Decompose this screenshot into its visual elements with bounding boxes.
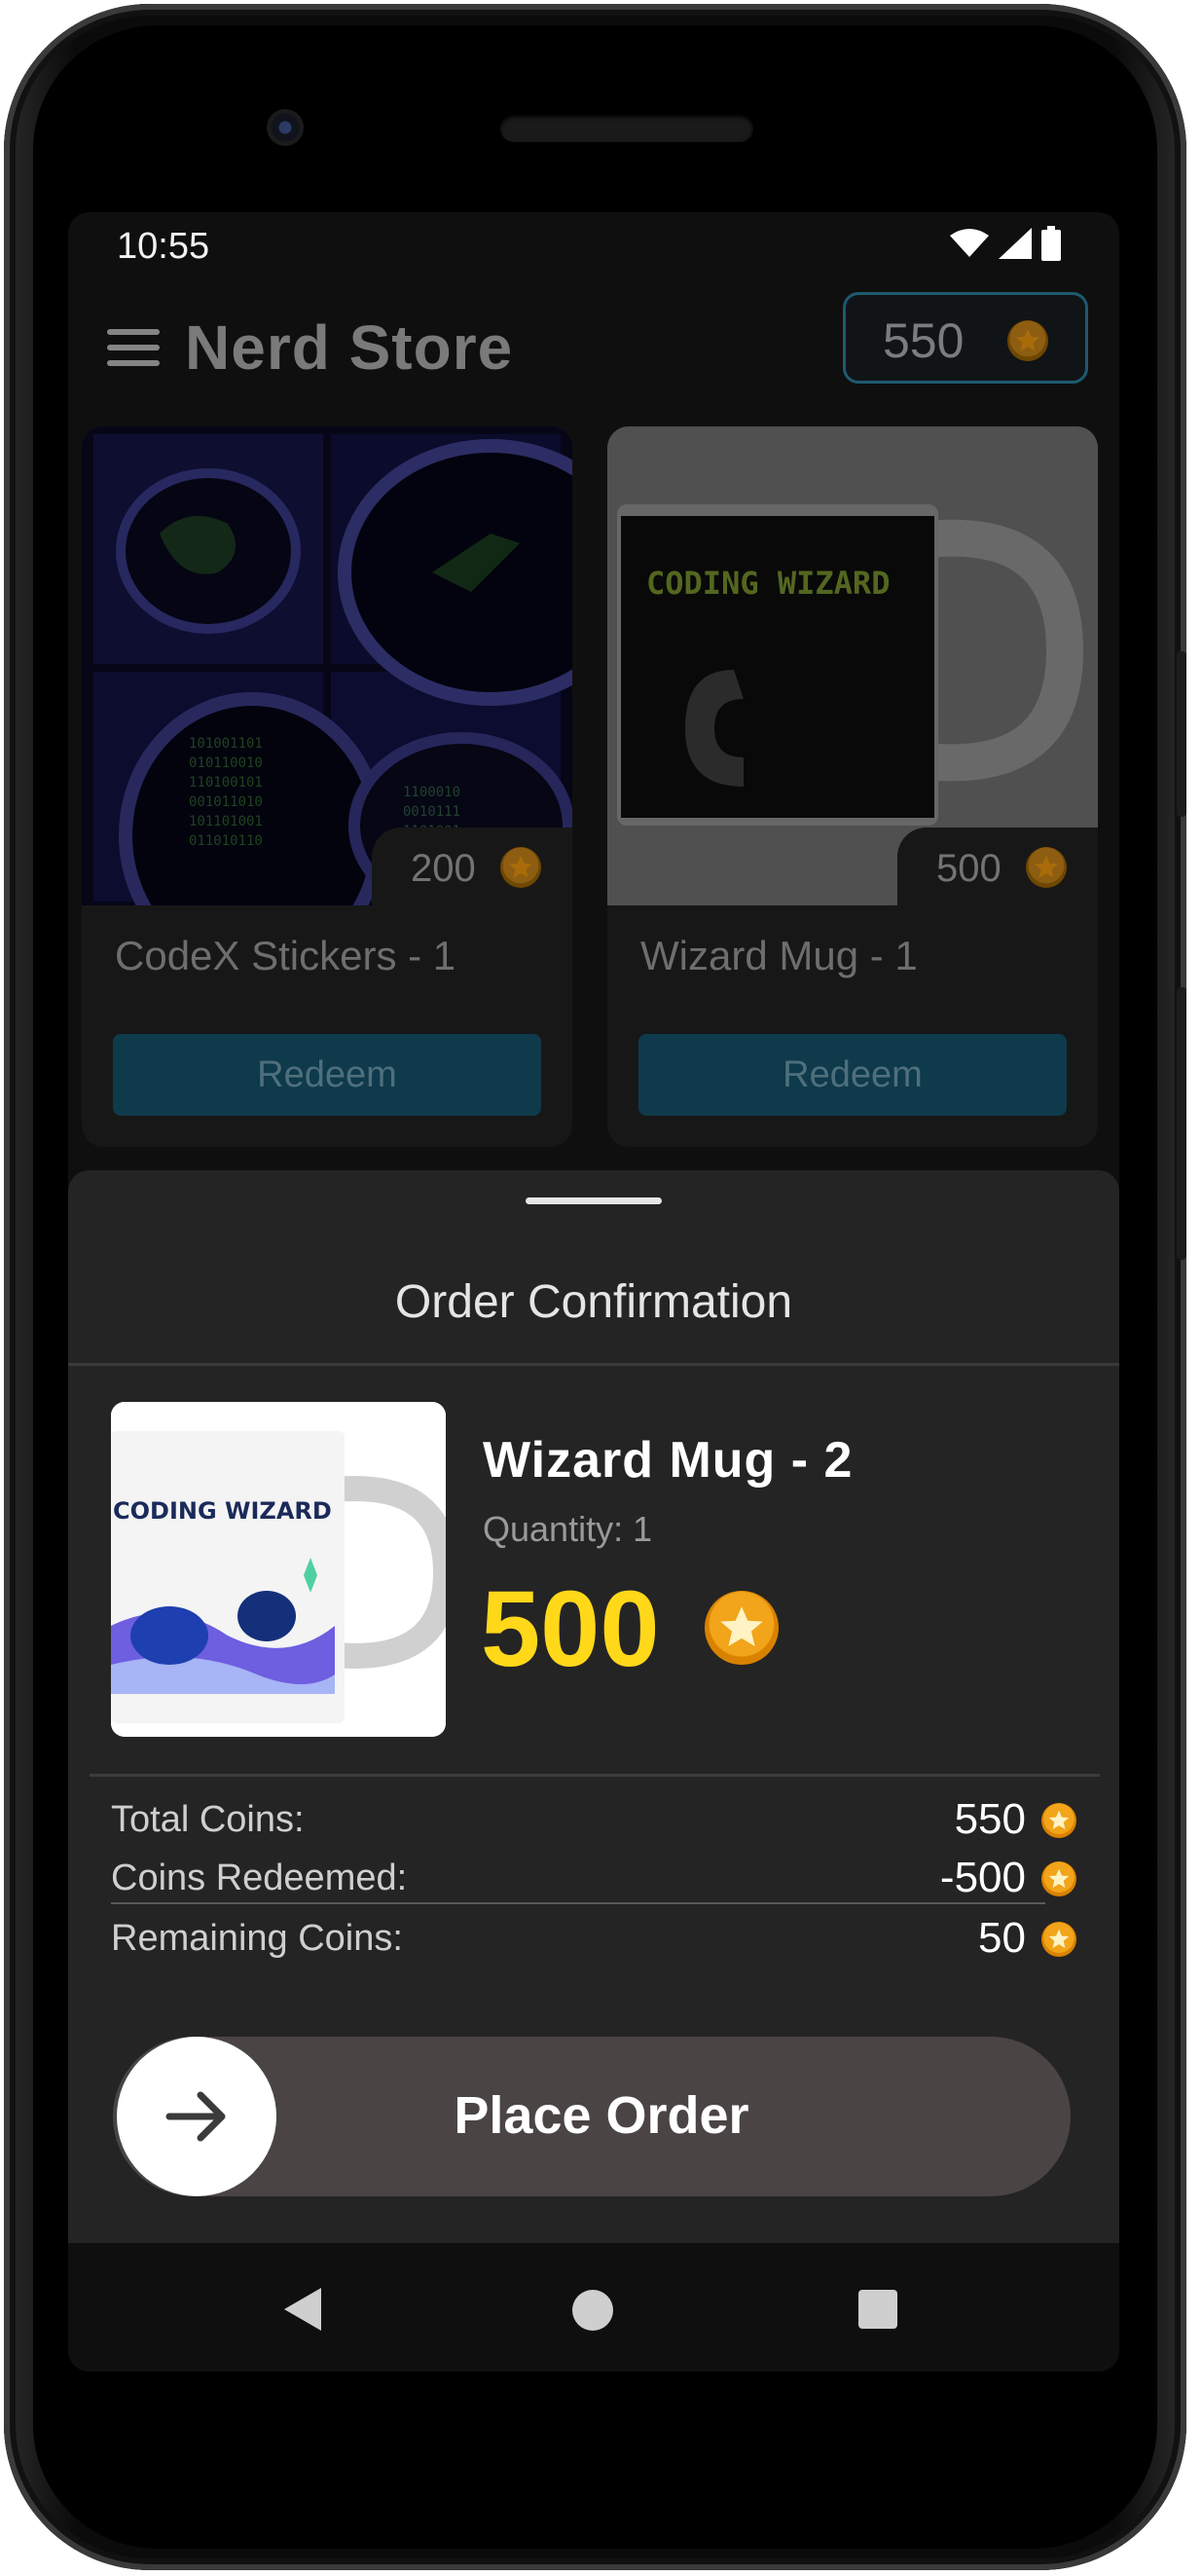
product-card[interactable]: 101001101 010110010 110100101 001011010 10…	[82, 426, 572, 1147]
order-product-price: 500	[481, 1569, 660, 1689]
battery-icon	[1041, 226, 1061, 261]
summary-label: Total Coins:	[111, 1799, 305, 1840]
power-button	[1177, 651, 1186, 817]
system-nav-bar	[68, 2243, 1119, 2372]
summary-row-total: Total Coins: 550	[111, 1793, 1084, 1843]
order-product-quantity: Quantity: 1	[483, 1509, 653, 1549]
product-price: 500	[936, 847, 1002, 890]
divider	[68, 1363, 1119, 1366]
coin-icon	[705, 1591, 779, 1670]
recents-icon[interactable]	[858, 2290, 897, 2329]
home-icon[interactable]	[572, 2290, 613, 2331]
summary-value: -500	[939, 1854, 1026, 1901]
status-icons	[950, 226, 1061, 261]
order-product-image: CODING WIZARD	[111, 1402, 446, 1737]
coin-icon	[500, 847, 541, 893]
summary-row-redeemed: Coins Redeemed: -500	[111, 1852, 1084, 1901]
coin-icon	[1041, 1803, 1076, 1843]
menu-icon[interactable]	[107, 329, 160, 368]
app-title: Nerd Store	[185, 313, 514, 383]
status-bar: 10:55	[68, 212, 1119, 290]
summary-label: Coins Redeemed:	[111, 1858, 408, 1898]
divider	[111, 1902, 1045, 1904]
summary-value: 50	[978, 1914, 1026, 1962]
back-icon[interactable]	[284, 2288, 323, 2331]
sheet-drag-handle[interactable]	[526, 1197, 662, 1204]
place-order-slider[interactable]: Place Order	[113, 2037, 1071, 2196]
redeem-button[interactable]: Redeem	[638, 1034, 1067, 1116]
coin-icon	[1041, 1861, 1076, 1901]
mug-image-text: CODING WIZARD	[113, 1497, 332, 1525]
summary-label: Remaining Coins:	[111, 1918, 403, 1959]
price-tag: 500	[897, 828, 1098, 907]
redeem-button[interactable]: Redeem	[113, 1034, 541, 1116]
product-name: CodeX Stickers - 1	[115, 933, 456, 978]
coin-icon	[1007, 320, 1048, 366]
place-order-label: Place Order	[454, 2086, 749, 2145]
order-product-name: Wizard Mug - 2	[483, 1432, 854, 1489]
divider	[90, 1774, 1100, 1777]
order-confirmation-sheet: Order Confirmation CODING WIZARD Wizard …	[68, 1170, 1119, 2372]
wifi-icon	[950, 229, 989, 257]
earpiece-speaker	[500, 115, 753, 142]
front-camera	[267, 109, 304, 146]
coin-balance-value: 550	[883, 313, 965, 368]
summary-row-remaining: Remaining Coins: 50	[111, 1912, 1084, 1962]
coin-icon	[1026, 847, 1067, 893]
screen: 10:55 Nerd Store 550 101001101 010110010…	[68, 212, 1119, 2372]
product-name: Wizard Mug - 1	[640, 933, 918, 978]
sheet-title: Order Confirmation	[394, 1276, 793, 1328]
volume-button	[1177, 987, 1186, 1260]
price-tag: 200	[372, 828, 572, 907]
coin-icon	[1041, 1922, 1076, 1962]
coin-balance-chip[interactable]: 550	[843, 292, 1088, 384]
product-card[interactable]: CODING WIZARD 500 Wizard Mug - 1 Redeem	[607, 426, 1098, 1147]
signal-icon	[999, 228, 1032, 259]
summary-value: 550	[954, 1795, 1026, 1843]
status-time: 10:55	[117, 226, 210, 267]
product-price: 200	[411, 847, 476, 890]
